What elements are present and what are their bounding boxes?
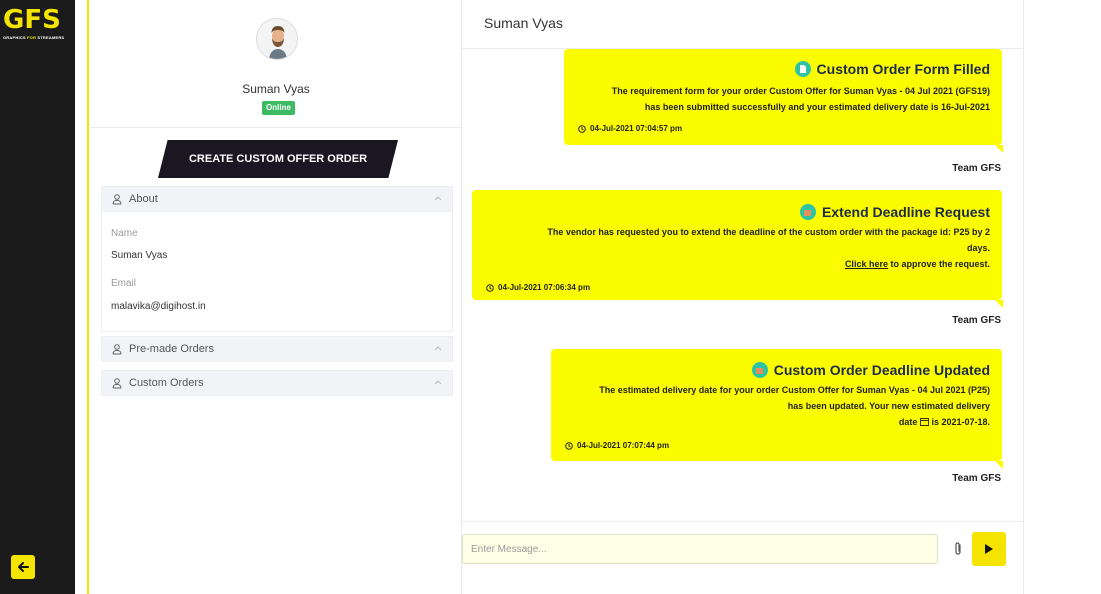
profile-name: Suman Vyas — [242, 82, 310, 96]
message-sender: Team GFS — [952, 163, 1001, 174]
message-title: Custom Order Deadline Updated — [751, 362, 990, 378]
paperclip-icon[interactable] — [952, 541, 964, 557]
accordion-about-label: About — [129, 193, 158, 205]
clock-icon — [565, 441, 573, 450]
chevron-up-icon — [434, 380, 442, 385]
accordion-about[interactable]: About — [101, 186, 453, 212]
message-line: The requirement form for your order Cust… — [611, 86, 990, 96]
message-title-text: Extend Deadline Request — [821, 204, 990, 220]
accordion-premade-orders[interactable]: Pre-made Orders — [101, 336, 453, 362]
message-line-head: date — [898, 417, 918, 427]
chat-message: Custom Order Deadline Updated The estima… — [551, 349, 1003, 469]
accordion-custom-orders[interactable]: Custom Orders — [101, 370, 453, 396]
avatar — [256, 18, 298, 60]
user-icon — [112, 344, 122, 355]
composer-divider — [462, 521, 1024, 522]
accordion-custom-label: Custom Orders — [129, 377, 204, 389]
logo-tag-a: GRAPHICS — [3, 35, 28, 40]
profile-panel: Suman Vyas Online CREATE CUSTOM OFFER OR… — [90, 0, 462, 594]
message-title-text: Custom Order Form Filled — [816, 61, 990, 77]
message-input[interactable] — [462, 534, 938, 564]
message-title: Custom Order Form Filled — [794, 61, 990, 77]
bubble-tail — [995, 300, 1003, 308]
accordion-premade-label: Pre-made Orders — [129, 343, 214, 355]
timestamp-text: 04-Jul-2021 07:07:44 pm — [577, 441, 670, 450]
calendar-icon — [799, 204, 816, 220]
user-icon — [112, 378, 122, 389]
message-line: has been submitted successfully and your… — [644, 102, 990, 112]
message-line: days. — [966, 243, 990, 253]
logo-tagline: GRAPHICS FOR STREAMERS — [3, 35, 69, 40]
back-button[interactable] — [11, 555, 35, 579]
message-body: The vendor has requested you to extend t… — [547, 224, 990, 272]
approve-request-link[interactable]: Click here — [845, 259, 888, 269]
message-sender: Team GFS — [952, 473, 1001, 484]
clock-icon — [578, 124, 586, 133]
message-line: Click here to approve the request. — [547, 256, 990, 272]
name-label: Name — [111, 228, 138, 239]
message-timestamp: 04-Jul-2021 07:04:57 pm — [578, 124, 682, 133]
rail-accent-strip — [75, 0, 89, 594]
logo-tag-c: STREAMERS — [36, 35, 65, 40]
email-value: malavika@digihost.in — [111, 301, 206, 312]
message-sender: Team GFS — [952, 315, 1001, 326]
about-panel: Name Suman Vyas Email malavika@digihost.… — [101, 212, 453, 332]
chevron-up-icon — [434, 346, 442, 351]
message-body: The requirement form for your order Cust… — [612, 83, 990, 115]
message-body: The estimated delivery date for your ord… — [599, 382, 990, 430]
brand-logo[interactable]: GFS GRAPHICS FOR STREAMERS — [3, 6, 69, 46]
bubble-tail — [995, 145, 1003, 153]
message-timestamp: 04-Jul-2021 07:07:44 pm — [565, 441, 669, 450]
message-title-text: Custom Order Deadline Updated — [773, 362, 990, 378]
logo-text: GFS — [3, 5, 61, 35]
send-icon — [985, 544, 993, 554]
message-timestamp: 04-Jul-2021 07:06:34 pm — [486, 283, 590, 292]
email-label: Email — [111, 278, 137, 289]
message-line: The vendor has requested you to extend t… — [547, 227, 990, 237]
sidebar-rail: GFS GRAPHICS FOR STREAMERS — [0, 0, 75, 594]
name-value: Suman Vyas — [111, 250, 168, 261]
message-line-tail: is 2021-07-18. — [928, 417, 990, 427]
timestamp-text: 04-Jul-2021 07:06:34 pm — [498, 283, 591, 292]
message-line-tail: to approve the request. — [887, 259, 990, 269]
chat-panel: Suman Vyas Custom Order Form Filled The … — [462, 0, 1024, 594]
chat-message: Extend Deadline Request The vendor has r… — [472, 190, 1003, 308]
form-icon — [794, 61, 811, 77]
user-icon — [112, 194, 122, 205]
app-root: GFS GRAPHICS FOR STREAMERS Suman Vyas On… — [0, 0, 1101, 594]
send-button[interactable] — [972, 532, 1006, 566]
calendar-small-icon — [920, 418, 929, 426]
logo-wordmark: GFS — [3, 6, 69, 34]
message-title: Extend Deadline Request — [799, 204, 990, 220]
create-custom-offer-button[interactable]: CREATE CUSTOM OFFER ORDER — [158, 140, 398, 178]
message-line: date is 2021-07-18. — [599, 414, 990, 430]
bubble-tail — [995, 461, 1003, 469]
timestamp-text: 04-Jul-2021 07:04:57 pm — [590, 124, 683, 133]
profile-divider — [90, 127, 462, 128]
clock-icon — [486, 283, 494, 292]
status-badge: Online — [262, 101, 295, 115]
message-line: The estimated delivery date for your ord… — [599, 385, 990, 395]
avatar-illustration — [257, 19, 297, 59]
logo-tag-b: FOR — [27, 35, 37, 40]
chevron-up-icon — [434, 196, 442, 201]
chat-header: Suman Vyas — [462, 0, 1024, 49]
calendar-icon — [751, 362, 768, 378]
chat-message: Custom Order Form Filled The requirement… — [564, 49, 1003, 153]
message-line: has been updated. Your new estimated del… — [787, 401, 990, 411]
arrow-left-icon — [18, 562, 29, 572]
